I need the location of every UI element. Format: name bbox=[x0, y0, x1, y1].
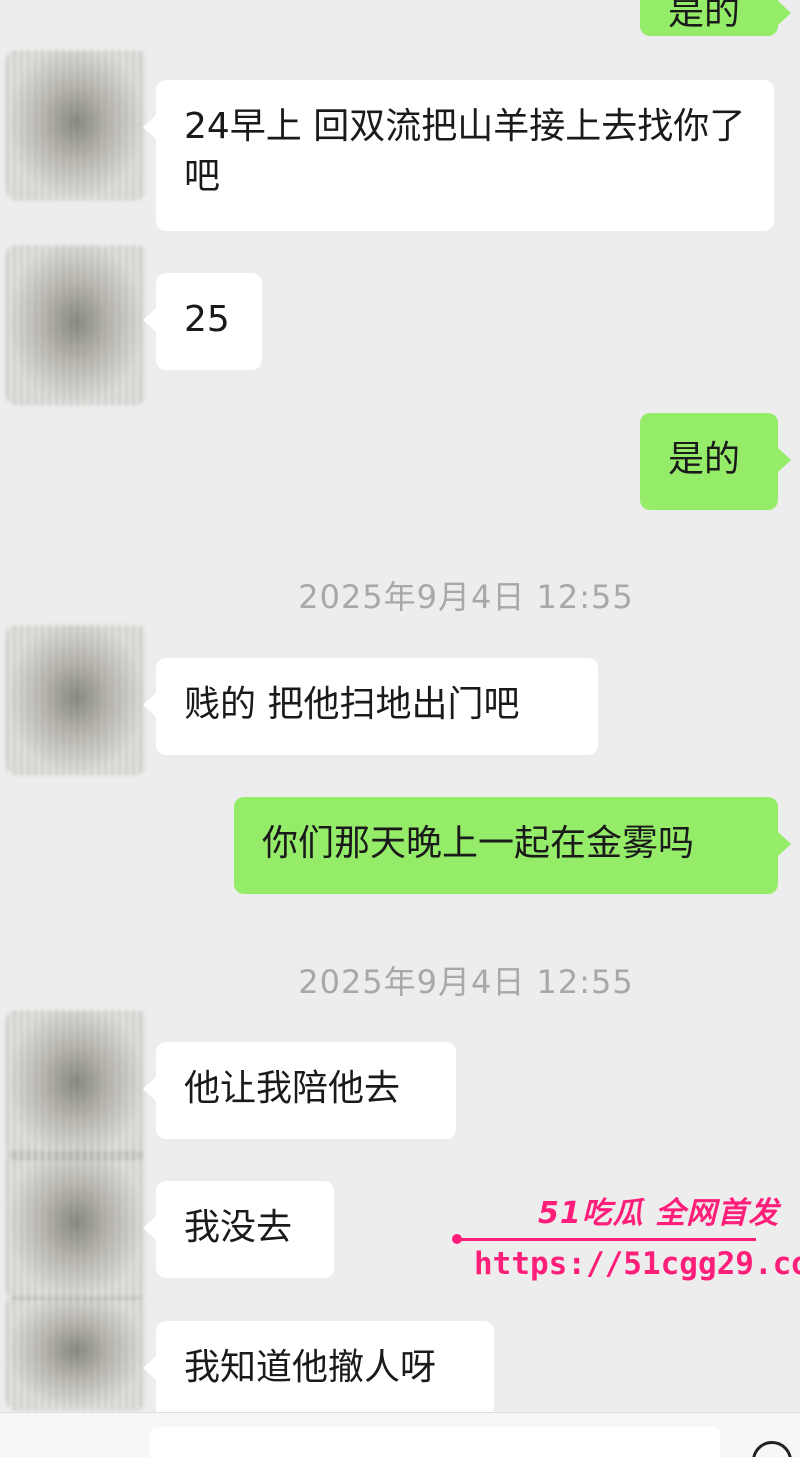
message-text: 我知道他撤人呀 bbox=[184, 1347, 437, 1388]
message-text: 我没去 bbox=[184, 1207, 293, 1248]
message-bubble-outgoing[interactable]: 你们那天晚上一起在金雾吗 bbox=[234, 797, 791, 894]
message-text: 是的 bbox=[668, 0, 741, 33]
chat-area[interactable]: 是的 24早上 回双流把山羊接上去找你了吧 25 是的 2025年9月4日 12… bbox=[0, 0, 800, 1457]
message-timestamp: 2025年9月4日 12:55 bbox=[298, 963, 634, 1001]
message-bubble-incoming[interactable]: 贱的 把他扫地出门吧 bbox=[143, 658, 598, 755]
contact-avatar[interactable] bbox=[6, 625, 146, 775]
message-text: 24早上 回双流把山羊接上去找你了吧 bbox=[184, 106, 746, 197]
message-bubble-outgoing[interactable]: 是的 bbox=[640, 0, 791, 36]
watermark-line bbox=[456, 1238, 756, 1241]
contact-avatar[interactable] bbox=[6, 50, 146, 200]
contact-avatar[interactable] bbox=[6, 1150, 146, 1300]
contact-avatar[interactable] bbox=[6, 1010, 146, 1160]
contact-avatar[interactable] bbox=[6, 1295, 146, 1410]
message-text: 25 bbox=[184, 299, 230, 340]
watermark: 51吃瓜 全网首发 https://51cgg29.com bbox=[452, 1182, 800, 1292]
message-text: 是的 bbox=[668, 439, 741, 480]
message-text: 贱的 把他扫地出门吧 bbox=[184, 684, 520, 725]
watermark-brand: 51吃瓜 全网首发 bbox=[538, 1196, 780, 1231]
message-bubble-incoming[interactable]: 24早上 回双流把山羊接上去找你了吧 bbox=[143, 80, 774, 231]
message-timestamp: 2025年9月4日 12:55 bbox=[298, 578, 634, 616]
message-text: 你们那天晚上一起在金雾吗 bbox=[262, 823, 695, 864]
contact-avatar[interactable] bbox=[6, 245, 146, 405]
message-input[interactable] bbox=[150, 1427, 720, 1457]
input-toolbar bbox=[0, 1412, 800, 1457]
message-bubble-incoming[interactable]: 25 bbox=[143, 273, 262, 370]
message-bubble-incoming[interactable]: 我没去 bbox=[143, 1181, 334, 1278]
message-bubble-outgoing[interactable]: 是的 bbox=[640, 413, 791, 510]
message-bubble-incoming[interactable]: 他让我陪他去 bbox=[143, 1042, 456, 1139]
message-bubble-incoming[interactable]: 我知道他撤人呀 bbox=[143, 1321, 494, 1418]
message-text: 他让我陪他去 bbox=[184, 1068, 401, 1109]
emoji-icon[interactable] bbox=[752, 1441, 792, 1457]
watermark-url: https://51cgg29.com bbox=[474, 1246, 800, 1282]
